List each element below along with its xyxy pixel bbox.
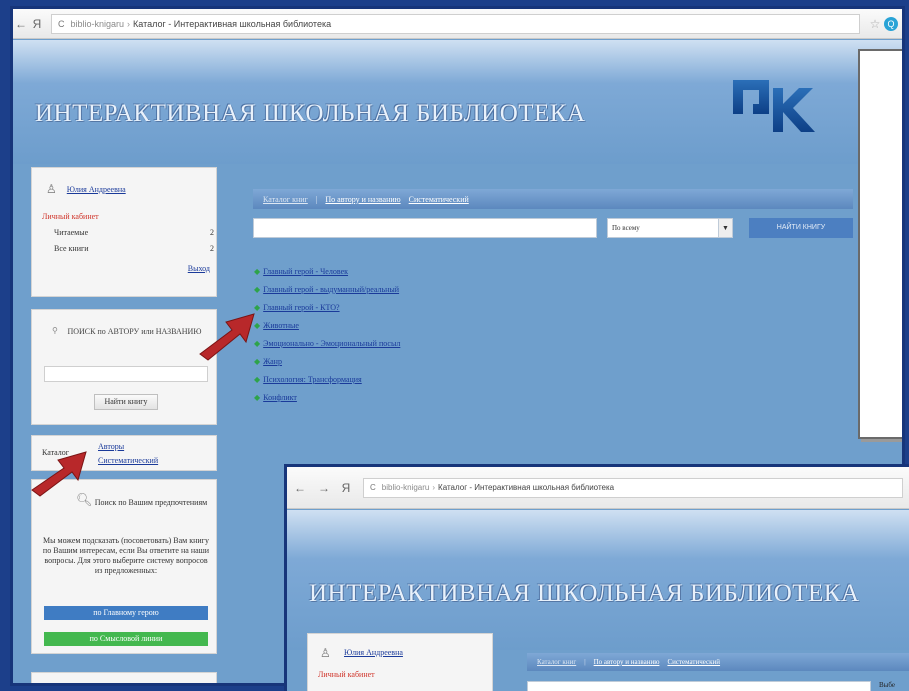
reading-count: 2	[210, 228, 214, 237]
list-item[interactable]: ◆ Конфликт	[254, 388, 400, 406]
find-book-main-button[interactable]: НАЙТИ КНИГУ	[749, 218, 853, 238]
tab-systematic[interactable]: Систематический	[409, 195, 469, 204]
bullet-icon: ◆	[254, 266, 261, 276]
recommend-panel: 🔍︎ Поиск по Вашим предпочтениям Мы можем…	[31, 479, 217, 654]
list-item[interactable]: ◆ Животные	[254, 316, 400, 334]
address-bar[interactable]: C biblio-knigaru › Каталог - Интерактивн…	[363, 477, 903, 498]
user-icon: ♙	[320, 646, 331, 660]
yandex-icon[interactable]: Я	[29, 17, 45, 31]
url-separator: ›	[127, 18, 131, 29]
catalog-systematic-link[interactable]: Систематический	[98, 456, 158, 465]
logout-link[interactable]: Выход	[188, 264, 210, 273]
all-books-count: 2	[210, 244, 214, 253]
search-row: По всему ▼ НАЙТИ КНИГУ	[253, 218, 853, 240]
browser-toolbar: ← → Я C biblio-knigaru › Каталог - Интер…	[287, 467, 909, 509]
tab-catalog[interactable]: Каталог книг	[263, 195, 308, 204]
bullet-icon: ◆	[254, 284, 261, 294]
category-link[interactable]: Конфликт	[263, 393, 297, 402]
back-icon[interactable]: ←	[13, 17, 29, 31]
tab-divider: |	[584, 658, 586, 666]
category-list: ◆ Главный герой - Человек ◆ Главный герой …	[254, 262, 400, 406]
tab-by-author[interactable]: По автору и названию	[594, 658, 660, 666]
category-link[interactable]: Главный герой - КТО?	[263, 303, 339, 312]
url-domain: biblio-knigaru	[70, 18, 125, 29]
category-link[interactable]: Жанр	[263, 357, 282, 366]
category-link[interactable]: Главный герой - выдуманный/реальный	[263, 285, 399, 294]
category-link[interactable]: Животные	[263, 321, 299, 330]
author-search-input[interactable]	[44, 366, 208, 382]
cabinet-link[interactable]: Личный кабинет	[318, 670, 375, 679]
yandex-icon[interactable]: Я	[335, 481, 357, 495]
list-item[interactable]: ◆ Психология: Трансформация	[254, 370, 400, 388]
user-icon: ♙	[46, 182, 57, 196]
list-item[interactable]: ◆ Главный герой - КТО?	[254, 298, 400, 316]
extension-icon[interactable]: Q	[884, 16, 898, 31]
site-logo-icon	[733, 80, 815, 132]
catalog-authors-link[interactable]: Авторы	[98, 442, 124, 451]
address-bar[interactable]: C biblio-knigaru › Каталог - Интерактивн…	[51, 13, 860, 34]
cabinet-link[interactable]: Личный кабинет	[42, 212, 99, 221]
bullet-icon: ◆	[254, 374, 261, 384]
site-header: ИНТЕРАКТИВНАЯ ШКОЛЬНАЯ БИБЛИОТЕКА	[13, 40, 902, 164]
category-link[interactable]: Психология: Трансформация	[263, 375, 362, 384]
reload-icon[interactable]: C	[370, 483, 376, 492]
browser-toolbar: ← Я C biblio-knigaru › Каталог - Интерак…	[13, 9, 902, 39]
tab-catalog[interactable]: Каталог книг	[537, 658, 576, 666]
site-title: ИНТЕРАКТИВНАЯ ШКОЛЬНАЯ БИБЛИОТЕКА	[309, 580, 860, 607]
back-icon[interactable]: ←	[287, 481, 313, 495]
book-search-input[interactable]	[527, 681, 871, 691]
url-page-title: Каталог - Интерактивная школьная библиот…	[438, 483, 615, 492]
user-panel: ♙ Юлия Андреевна Личный кабинет	[307, 633, 493, 691]
site-title: ИНТЕРАКТИВНАЯ ШКОЛЬНАЯ БИБЛИОТЕКА	[35, 100, 586, 127]
reading-label: Читаемые	[54, 228, 89, 237]
site-header: ИНТЕРАКТИВНАЯ ШКОЛЬНАЯ БИБЛИОТЕКА	[287, 510, 909, 650]
search-scope-value: По всему	[612, 224, 640, 232]
by-hero-button[interactable]: по Главному герою	[44, 606, 208, 620]
author-search-title: ПОИСК по АВТОРУ или НАЗВАНИЮ	[67, 327, 202, 336]
url-domain: biblio-knigaru	[381, 483, 430, 492]
bullet-icon: ◆	[254, 392, 261, 402]
user-panel: ♙ Юлия Андреевна Личный кабинет Читаемые…	[31, 167, 217, 297]
reload-icon[interactable]: C	[58, 19, 65, 29]
blank-overlay-panel	[858, 49, 902, 439]
category-link[interactable]: Эмоционально - Эмоциональный посыл	[263, 339, 400, 348]
recommend-title: Поиск по Вашим предпочтениям	[94, 498, 208, 507]
catalog-tabs: Каталог книг | По автору и названию Сист…	[253, 189, 853, 209]
bottom-panel	[31, 672, 217, 683]
forward-icon[interactable]: →	[313, 481, 335, 495]
list-item[interactable]: ◆ Жанр	[254, 352, 400, 370]
find-book-button[interactable]: Найти книгу	[94, 394, 158, 410]
all-books-row: Все книги 2	[54, 244, 214, 253]
category-link[interactable]: Главный герой - Человек	[263, 267, 348, 276]
by-keys-button[interactable]: по Смысловой линии	[44, 632, 208, 646]
catalog-tabs: Каталог книг | По автору и названию Сист…	[527, 653, 909, 671]
list-item[interactable]: ◆ Главный герой - выдуманный/реальный	[254, 280, 400, 298]
chevron-down-icon[interactable]: ▼	[718, 219, 732, 237]
book-search-input[interactable]	[253, 218, 597, 238]
tab-divider: |	[315, 194, 318, 204]
select-label-truncated: Выбе	[879, 681, 895, 689]
list-item[interactable]: ◆ Главный герой - Человек	[254, 262, 400, 280]
reading-row: Читаемые 2	[54, 228, 214, 237]
url-page-title: Каталог - Интерактивная школьная библиот…	[133, 18, 332, 29]
user-name-link[interactable]: Юлия Андреевна	[67, 185, 126, 194]
search-icon: ⚲	[52, 326, 58, 335]
annotation-arrow-icon	[31, 451, 87, 497]
tab-systematic[interactable]: Систематический	[667, 658, 720, 666]
tab-by-author[interactable]: По автору и названию	[325, 195, 400, 204]
recommend-text: Мы можем подсказать (посоветовать) Вам к…	[42, 536, 210, 575]
all-books-label: Все книги	[54, 244, 89, 253]
user-name-link[interactable]: Юлия Андреевна	[344, 648, 403, 657]
url-separator: ›	[432, 483, 436, 492]
annotation-arrow-icon	[199, 313, 255, 361]
list-item[interactable]: ◆ Эмоционально - Эмоциональный посыл	[254, 334, 400, 352]
author-search-panel: ⚲ ПОИСК по АВТОРУ или НАЗВАНИЮ Найти кни…	[31, 309, 217, 425]
second-browser-window: ← → Я C biblio-knigaru › Каталог - Интер…	[284, 464, 909, 691]
bookmark-star-icon[interactable]: ☆	[866, 17, 884, 31]
search-scope-select[interactable]: По всему ▼	[607, 218, 733, 238]
